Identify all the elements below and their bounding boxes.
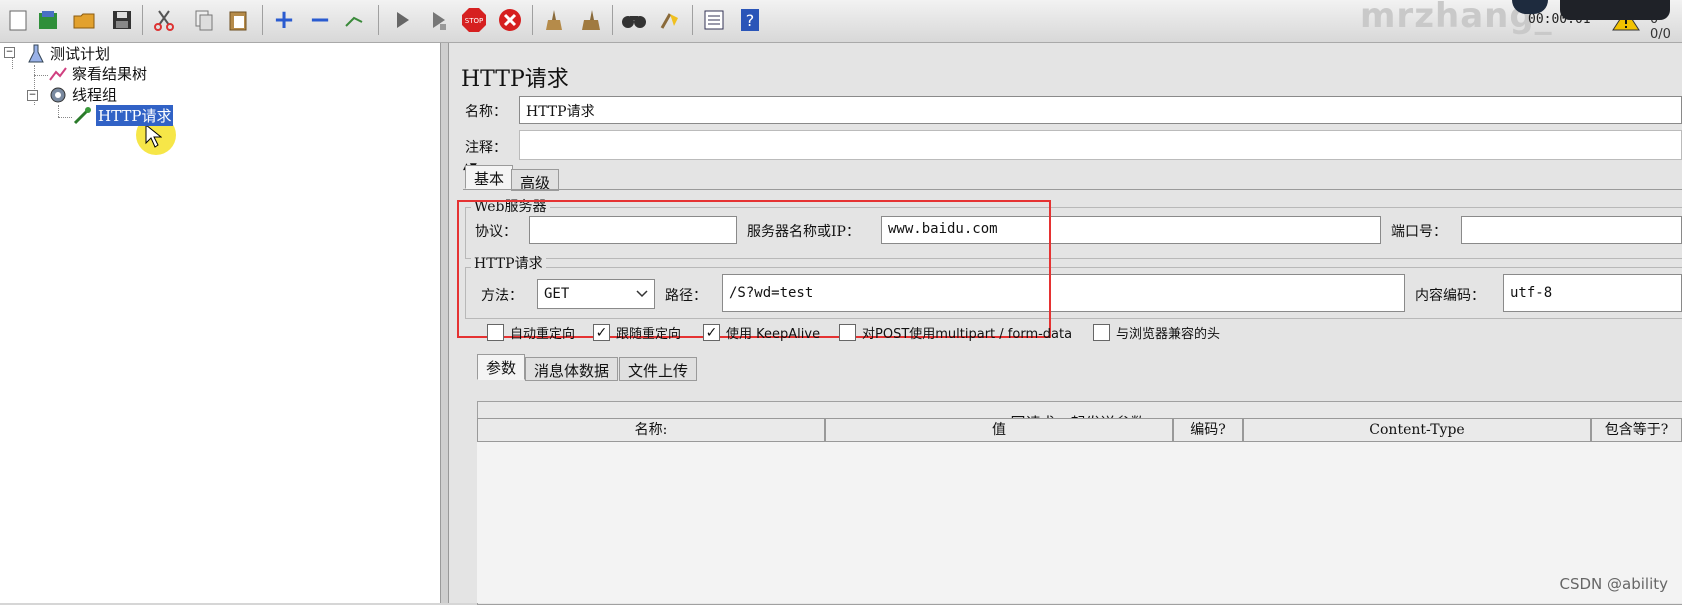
tree-line [12,57,13,69]
new-icon[interactable] [4,6,32,34]
svg-text:STOP: STOP [465,17,483,25]
save-icon[interactable] [108,6,136,34]
checkbox-box [487,324,504,341]
name-label: 名称： [465,104,507,120]
tree-item-label: 测试计划 [50,45,111,63]
toolbar: mrzhang_ + − STOP ? 00:00:01 0 0/0 [0,0,1682,43]
toolbar-separator [262,5,263,35]
collapse-icon[interactable]: − [306,5,334,35]
toolbar-separator [142,5,143,35]
templates-icon[interactable] [34,6,62,34]
http-request-panel: HTTP请求 名称： HTTP请求 注释： ▲▼ 基本 高级 Web服务器 协议… [449,43,1682,605]
comment-label: 注释： [465,140,507,156]
parameters-table-body[interactable] [477,442,1682,603]
shutdown-icon[interactable] [496,6,524,34]
tab-divider [463,189,1682,190]
open-icon[interactable] [70,6,98,34]
start-no-pause-icon[interactable] [424,6,452,34]
tree-item-label: HTTP请求 [96,105,174,126]
mouse-cursor-icon [145,123,162,148]
tree-toggle-thread-group[interactable]: − [27,90,38,101]
tree-item-thread-group[interactable]: 线程组 [48,84,117,105]
search-icon[interactable] [620,6,648,34]
tree-line [58,117,72,118]
multipart-checkbox[interactable]: 对POST使用multipart / form-data [839,323,1072,342]
column-header-encode[interactable]: 编码? [1173,418,1243,442]
results-tree-icon [48,64,68,84]
tab-body-data[interactable]: 消息体数据 [525,357,619,381]
clear-all-icon[interactable] [576,6,604,34]
overlay-toast [1560,0,1670,20]
toolbar-separator [378,5,379,35]
cut-icon[interactable] [150,6,178,34]
checkbox-box [839,324,856,341]
checkbox-label: 与浏览器兼容的头 [1116,327,1221,342]
tree-item-results-tree[interactable]: 察看结果树 [48,63,147,84]
tree-item-label: 线程组 [72,86,118,104]
tree-toggle-plan[interactable]: − [4,47,15,58]
tab-advanced[interactable]: 高级 [511,169,560,192]
checkbox-box: ✓ [593,324,610,341]
column-header-content-type[interactable]: Content-Type [1243,418,1591,442]
checkbox-box [1093,324,1110,341]
checkbox-label: 使用 KeepAlive [726,327,821,342]
encoding-field[interactable]: utf-8 [1503,274,1682,312]
comment-field[interactable] [519,130,1682,160]
paste-icon[interactable] [224,6,252,34]
tree-line [58,105,59,117]
clear-icon[interactable] [540,6,568,34]
page-title: HTTP请求 [461,67,569,92]
tree-item-label: 察看结果树 [72,65,148,83]
reset-search-icon[interactable] [656,6,684,34]
toolbar-separator [532,5,533,35]
function-helper-icon[interactable] [700,6,728,34]
svg-text:?: ? [746,11,755,30]
help-icon[interactable]: ? [736,6,764,34]
auto-redirect-checkbox[interactable]: 自动重定向 [487,323,575,342]
port-label: 端口号： [1391,224,1447,240]
http-sampler-icon [72,106,92,126]
checkbox-label: 对POST使用multipart / form-data [862,327,1073,342]
tab-file-upload[interactable]: 文件上传 [619,357,698,381]
tree-line [34,75,48,76]
column-header-value[interactable]: 值 [825,418,1173,442]
port-field[interactable] [1461,216,1682,244]
name-field[interactable]: HTTP请求 [519,96,1682,124]
copy-icon[interactable] [190,6,218,34]
split-pane-divider[interactable] [441,43,449,603]
thread-group-icon [48,85,68,105]
test-plan-icon [26,44,46,64]
toolbar-separator [612,5,613,35]
column-header-name[interactable]: 名称: [477,418,825,442]
toolbar-separator [692,5,693,35]
checkbox-label: 自动重定向 [510,327,576,342]
browser-headers-checkbox[interactable]: 与浏览器兼容的头 [1093,323,1220,342]
tab-basic[interactable]: 基本 [465,165,514,189]
encoding-label: 内容编码： [1415,288,1485,304]
checkbox-label: 跟随重定向 [616,327,682,342]
tree-item-test-plan[interactable]: 测试计划 [26,43,110,64]
tab-parameters[interactable]: 参数 [477,354,526,380]
credit-watermark: CSDN @ability [1559,575,1668,593]
follow-redirect-checkbox[interactable]: ✓ 跟随重定向 [593,323,681,342]
toggle-icon[interactable] [340,6,368,34]
start-icon[interactable] [388,6,416,34]
test-plan-tree: − 测试计划 察看结果树 − 线程组 HTTP请求 [0,43,441,603]
keepalive-checkbox[interactable]: ✓ 使用 KeepAlive [703,323,820,342]
stop-icon[interactable]: STOP [460,6,488,34]
column-header-include-equals[interactable]: 包含等于? [1591,418,1682,442]
expand-icon[interactable]: + [270,5,298,35]
highlight-box [457,200,1051,338]
tree-item-http-request[interactable]: HTTP请求 [72,105,174,126]
checkbox-box: ✓ [703,324,720,341]
